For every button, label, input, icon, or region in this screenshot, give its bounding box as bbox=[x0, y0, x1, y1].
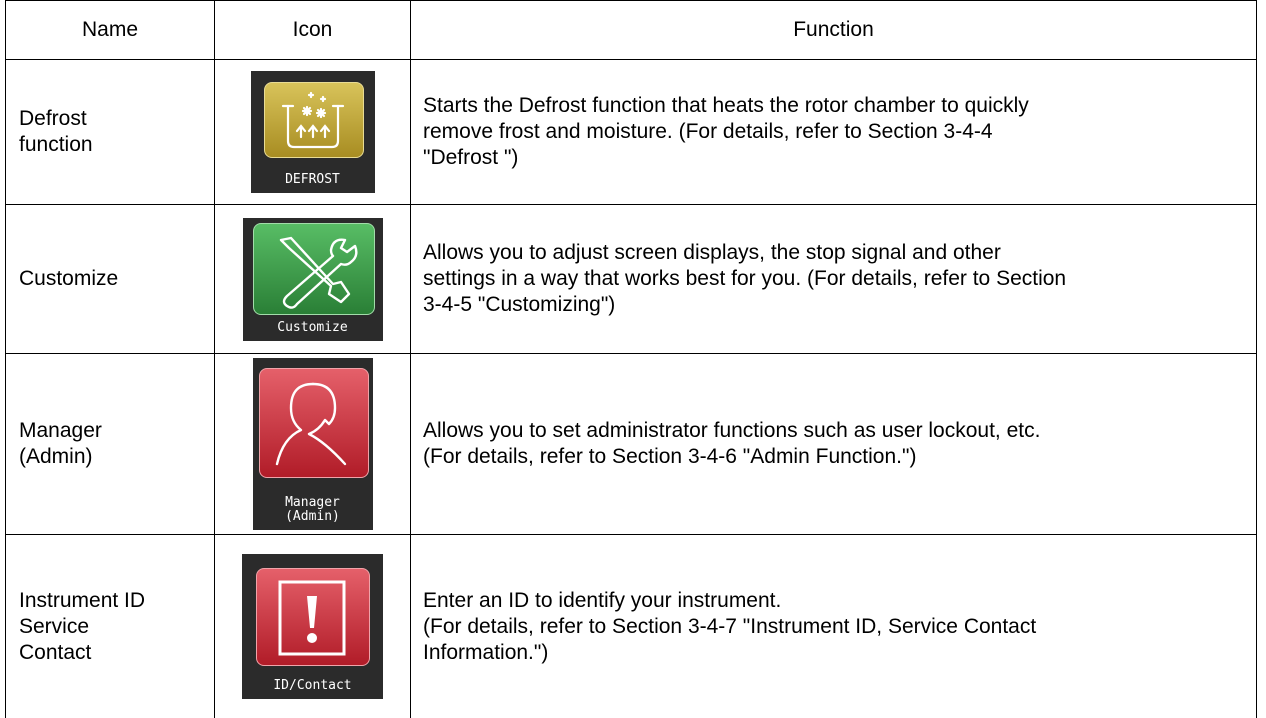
row-function-line: Enter an ID to identify your instrument. bbox=[423, 588, 1246, 614]
icon-caption-line: (Admin) bbox=[253, 510, 373, 524]
row-function-cell: Enter an ID to identify your instrument.… bbox=[411, 535, 1257, 718]
row-name-line: (Admin) bbox=[19, 444, 202, 470]
row-function-line: Starts the Defrost function that heats t… bbox=[423, 93, 1246, 119]
row-name-cell: Customize bbox=[6, 205, 215, 354]
header-function: Function bbox=[411, 1, 1257, 60]
row-name-line: Instrument ID bbox=[19, 588, 202, 614]
header-name: Name bbox=[6, 1, 215, 60]
row-function-line: (For details, refer to Section 3-4-6 "Ad… bbox=[423, 444, 1246, 470]
icon-caption: Customize bbox=[243, 321, 383, 335]
row-name-line: Service bbox=[19, 614, 202, 640]
row-function-line: Information.") bbox=[423, 640, 1246, 666]
row-icon-cell: DEFROST bbox=[215, 60, 411, 205]
row-name-cell: Defrost function bbox=[6, 60, 215, 205]
row-function-line: Allows you to set administrator function… bbox=[423, 418, 1246, 444]
row-name-line: Manager bbox=[19, 418, 202, 444]
row-function-line: "Defrost ") bbox=[423, 145, 1246, 171]
id-contact-tile: ID/Contact bbox=[242, 554, 383, 699]
row-function-line: 3-4-5 "Customizing") bbox=[423, 292, 1246, 318]
row-function-cell: Allows you to adjust screen displays, th… bbox=[411, 205, 1257, 354]
table-row-defrost: Defrost function bbox=[6, 60, 1257, 205]
header-row: Name Icon Function bbox=[6, 1, 1257, 60]
row-function-line: settings in a way that works best for yo… bbox=[423, 266, 1246, 292]
icon-caption: ID/Contact bbox=[242, 679, 383, 693]
icon-caption-line: Manager bbox=[253, 496, 373, 510]
manager-tile: Manager (Admin) bbox=[253, 358, 373, 530]
icon-caption: DEFROST bbox=[251, 173, 375, 187]
row-function-cell: Allows you to set administrator function… bbox=[411, 354, 1257, 535]
row-function-line: (For details, refer to Section 3-4-7 "In… bbox=[423, 614, 1246, 640]
row-icon-cell: Customize bbox=[215, 205, 411, 354]
defrost-tile: DEFROST bbox=[251, 71, 375, 193]
row-name-line: Defrost bbox=[19, 106, 202, 132]
row-function-line: Allows you to adjust screen displays, th… bbox=[423, 240, 1246, 266]
row-function-line: remove frost and moisture. (For details,… bbox=[423, 119, 1246, 145]
row-name-line: Contact bbox=[19, 640, 202, 666]
customize-tile: Customize bbox=[243, 218, 383, 341]
row-function-cell: Starts the Defrost function that heats t… bbox=[411, 60, 1257, 205]
header-icon: Icon bbox=[215, 1, 411, 60]
function-reference-table: Name Icon Function Defrost function bbox=[5, 0, 1257, 718]
row-icon-cell: ID/Contact bbox=[215, 535, 411, 718]
row-name-line: function bbox=[19, 132, 202, 158]
table-row-instrument-id: Instrument ID Service Contact ID/Contact bbox=[6, 535, 1257, 718]
icon-caption: Manager (Admin) bbox=[253, 496, 373, 524]
row-name-cell: Instrument ID Service Contact bbox=[6, 535, 215, 718]
row-icon-cell: Manager (Admin) bbox=[215, 354, 411, 535]
row-name-cell: Manager (Admin) bbox=[6, 354, 215, 535]
row-name-line: Customize bbox=[19, 266, 202, 292]
table-row-manager: Manager (Admin) Manager (Admin) bbox=[6, 354, 1257, 535]
table-row-customize: Customize Customize Allows you to ad bbox=[6, 205, 1257, 354]
